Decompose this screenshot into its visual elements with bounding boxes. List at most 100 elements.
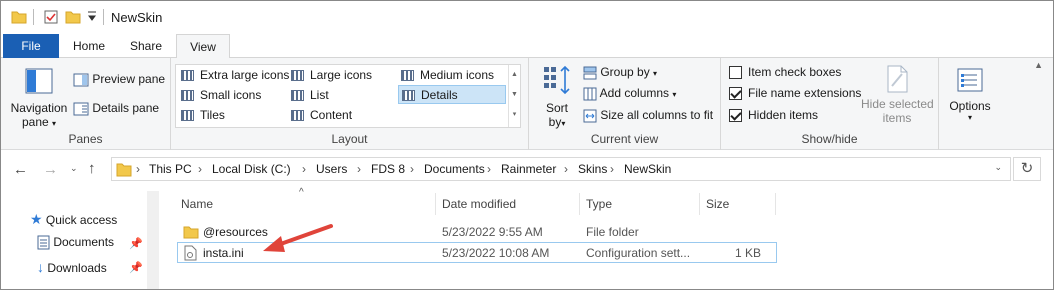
size-columns-icon xyxy=(583,109,597,123)
nav-item-downloads[interactable]: ↓ Downloads xyxy=(37,259,107,275)
collapse-ribbon-icon[interactable]: ▲ xyxy=(1034,60,1043,70)
pin-icon[interactable]: 📌 xyxy=(129,261,143,274)
details-pane-icon xyxy=(73,102,89,116)
forward-arrow-icon[interactable]: → xyxy=(43,161,58,178)
nav-item-quick-access[interactable]: ★ Quick access xyxy=(30,211,117,228)
current-view-group-label: Current view xyxy=(590,132,659,146)
column-header-name[interactable]: Name xyxy=(181,197,213,211)
layout-details[interactable]: Details xyxy=(398,85,506,104)
layout-group-label: Layout xyxy=(331,132,368,146)
tiles-icon xyxy=(181,110,194,121)
breadcrumb-skins[interactable]: Skins xyxy=(578,162,607,176)
tab-view[interactable]: View xyxy=(176,34,230,59)
layout-extra-large-icons[interactable]: Extra large icons xyxy=(178,66,289,85)
navigation-pane: ★ Quick access Documents 📌 ↓ Downloads 📌 xyxy=(1,191,163,289)
window-title: NewSkin xyxy=(111,10,163,25)
breadcrumb-this-pc[interactable]: This PC xyxy=(149,162,192,176)
sort-ascending-icon: ^ xyxy=(299,187,304,198)
address-bar[interactable]: › This PC › Local Disk (C:) › Users › FD… xyxy=(111,157,1011,181)
large-icons-icon xyxy=(291,70,304,81)
add-columns-icon xyxy=(583,87,597,101)
tab-share[interactable]: Share xyxy=(121,34,171,58)
hidden-items-toggle[interactable]: Hidden items xyxy=(729,108,818,123)
star-icon: ★ xyxy=(30,211,43,227)
nav-item-documents[interactable]: Documents xyxy=(37,235,114,250)
config-file-icon xyxy=(184,245,197,261)
content-icon xyxy=(291,110,304,121)
refresh-icon: ↻ xyxy=(1020,160,1034,177)
title-bar: NewSkin xyxy=(1,1,1053,33)
hidden-items-checkbox[interactable] xyxy=(729,109,742,123)
hide-selected-items-button[interactable]: Hide selected items xyxy=(861,64,934,125)
hide-selected-icon xyxy=(887,65,908,93)
small-icons-icon xyxy=(181,90,194,101)
navigation-bar: ← → ⌄ ↑ › This PC › Local Disk (C:) › Us… xyxy=(1,151,1053,189)
column-header-type[interactable]: Type xyxy=(586,197,612,211)
layout-tiles[interactable]: Tiles xyxy=(178,106,286,125)
breadcrumb-separator[interactable]: › xyxy=(136,162,140,176)
add-columns-button[interactable]: Add columns ▾ xyxy=(583,86,676,101)
extra-large-icons-icon xyxy=(181,70,194,81)
navigation-pane-icon xyxy=(25,68,53,94)
gallery-scroll[interactable]: ▲ ▼ ▾ xyxy=(508,65,520,127)
breadcrumb-local-disk[interactable]: Local Disk (C:) xyxy=(212,162,291,176)
recent-locations-icon[interactable]: ⌄ xyxy=(70,163,78,174)
panes-group: Navigation pane ▾ Preview pane Details p… xyxy=(1,58,171,150)
layout-list[interactable]: List xyxy=(288,86,396,105)
file-type: Configuration sett... xyxy=(586,246,691,260)
refresh-button[interactable]: ↻ xyxy=(1013,157,1041,181)
breadcrumb-users[interactable]: Users xyxy=(316,162,347,176)
file-list: ^ Name Date modified Type Size @resource… xyxy=(163,187,1053,289)
show-hide-group: Item check boxes File name extensions Hi… xyxy=(721,58,939,150)
preview-pane-icon xyxy=(73,73,89,87)
preview-pane-button[interactable]: Preview pane xyxy=(73,72,165,87)
breadcrumb-documents[interactable]: Documents xyxy=(424,162,485,176)
medium-icons-icon xyxy=(401,70,414,81)
details-pane-button[interactable]: Details pane xyxy=(73,101,159,116)
current-view-group: Sort by▾ Group by ▾ Add columns ▾ Size a… xyxy=(529,58,721,150)
navigation-pane-button[interactable]: Navigation pane ▾ xyxy=(9,66,69,129)
layout-gallery: Extra large icons Large icons Medium ico… xyxy=(175,64,521,128)
breadcrumb-rainmeter[interactable]: Rainmeter xyxy=(501,162,556,176)
new-folder-icon[interactable] xyxy=(65,9,81,25)
layout-content[interactable]: Content xyxy=(288,106,396,125)
tab-home[interactable]: Home xyxy=(63,34,115,58)
item-check-boxes-toggle[interactable]: Item check boxes xyxy=(729,65,841,80)
list-icon xyxy=(291,90,304,101)
customize-toolbar-icon[interactable] xyxy=(87,11,97,23)
breadcrumb-newskin[interactable]: NewSkin xyxy=(624,162,671,176)
layout-medium-icons[interactable]: Medium icons xyxy=(398,66,506,85)
sort-by-button[interactable]: Sort by▾ xyxy=(539,64,575,129)
file-date: 5/23/2022 10:08 AM xyxy=(442,246,550,260)
annotation-arrow-icon xyxy=(263,224,333,252)
file-name-extensions-checkbox[interactable] xyxy=(729,87,742,101)
breadcrumb-fds8[interactable]: FDS 8 xyxy=(371,162,405,176)
options-icon xyxy=(957,68,983,92)
ribbon: Navigation pane ▾ Preview pane Details p… xyxy=(1,58,1053,150)
group-by-icon xyxy=(583,66,597,80)
tab-file[interactable]: File xyxy=(3,34,59,58)
folder-icon xyxy=(11,11,27,24)
properties-icon[interactable] xyxy=(43,9,59,25)
documents-icon xyxy=(37,235,50,250)
navigation-pane-scrollbar[interactable] xyxy=(147,191,159,289)
ribbon-tabs: File Home Share View xyxy=(1,34,1053,59)
group-by-button[interactable]: Group by ▾ xyxy=(583,65,657,80)
explorer-window: NewSkin File Home Share View Navigation … xyxy=(0,0,1054,290)
file-date: 5/23/2022 9:55 AM xyxy=(442,225,543,239)
item-check-boxes-checkbox[interactable] xyxy=(729,66,742,80)
panes-group-label: Panes xyxy=(68,132,103,146)
pin-icon[interactable]: 📌 xyxy=(129,237,143,250)
column-header-date-modified[interactable]: Date modified xyxy=(442,197,516,211)
folder-icon xyxy=(116,163,132,177)
address-dropdown-icon[interactable]: ⌄ xyxy=(994,162,1002,173)
file-name-extensions-toggle[interactable]: File name extensions xyxy=(729,86,861,101)
layout-large-icons[interactable]: Large icons xyxy=(288,66,396,85)
size-all-columns-button[interactable]: Size all columns to fit xyxy=(583,108,713,123)
column-header-size[interactable]: Size xyxy=(706,197,729,211)
show-hide-group-label: Show/hide xyxy=(801,132,858,146)
up-arrow-icon[interactable]: ↑ xyxy=(88,160,96,177)
layout-small-icons[interactable]: Small icons xyxy=(178,86,286,105)
options-button[interactable]: Options ▾ xyxy=(945,66,995,122)
back-arrow-icon[interactable]: ← xyxy=(13,161,28,178)
